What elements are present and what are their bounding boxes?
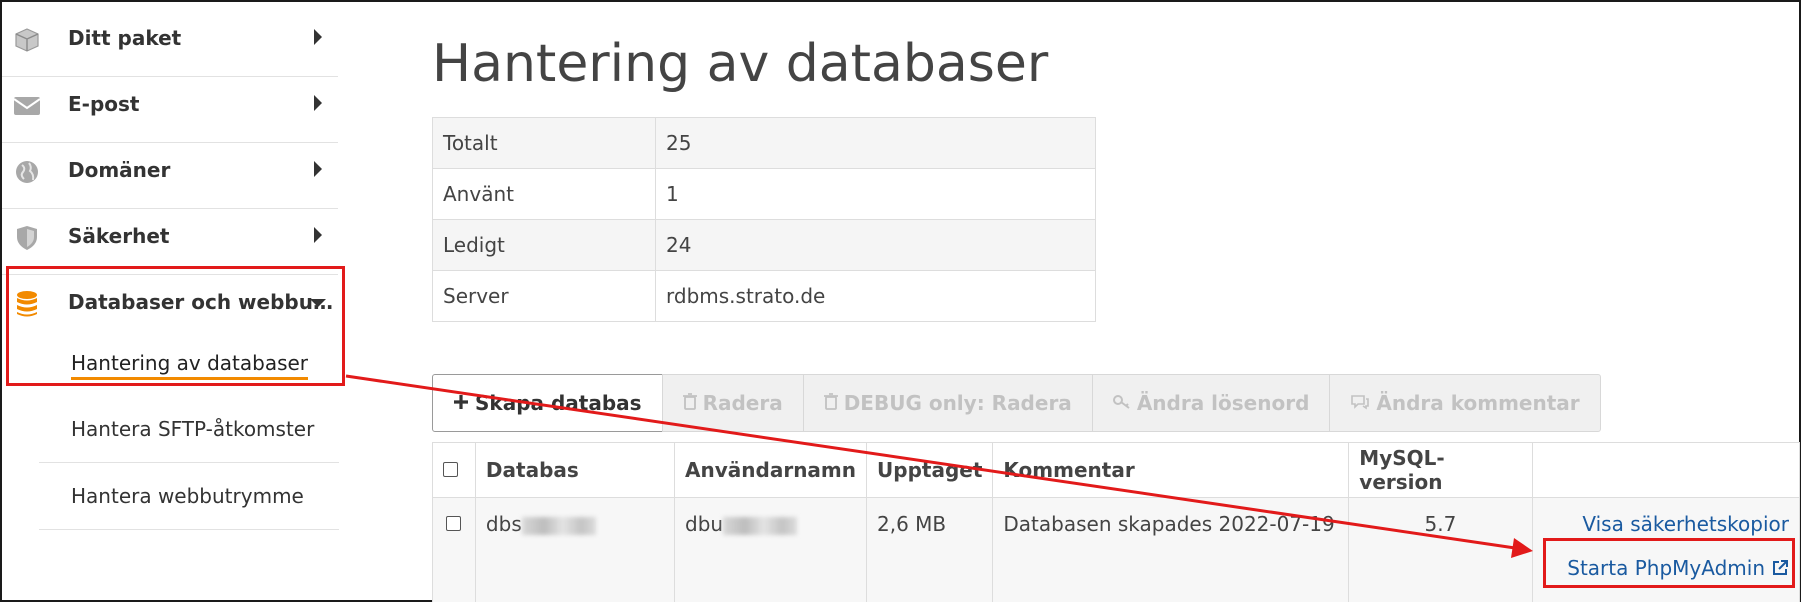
row-checkbox[interactable] xyxy=(446,516,462,531)
column-header-database[interactable]: Databas xyxy=(474,442,676,498)
database-name-cell: dbs xyxy=(474,497,676,602)
username-cell: dbu xyxy=(674,497,868,602)
summary-value: 24 xyxy=(655,219,1096,271)
summary-table: Totalt 25 Använt 1 Ledigt 24 Server rdbm… xyxy=(432,117,1096,322)
page-title: Hantering av databaser xyxy=(432,34,1049,94)
column-header-username[interactable]: Användarnamn xyxy=(674,442,868,498)
summary-value: rdbms.strato.de xyxy=(655,270,1096,322)
change-comment-button[interactable]: Ändra kommentar xyxy=(1329,374,1601,432)
summary-row: Använt 1 xyxy=(432,168,1096,220)
trash-icon xyxy=(823,391,838,415)
sidebar-item-ditt-paket[interactable]: Ditt paket xyxy=(2,2,338,77)
trash-icon xyxy=(682,391,697,415)
delete-label: Radera xyxy=(702,391,783,415)
comment-icon xyxy=(1350,391,1370,415)
create-database-label: Skapa databas xyxy=(475,391,642,415)
select-all-checkbox[interactable] xyxy=(443,462,458,477)
debug-delete-label: DEBUG only: Radera xyxy=(843,391,1072,415)
summary-row: Server rdbms.strato.de xyxy=(432,270,1096,322)
column-header-used[interactable]: Upptaget xyxy=(866,442,994,498)
plus-icon xyxy=(453,391,469,415)
summary-value: 25 xyxy=(655,117,1096,169)
chevron-right-icon xyxy=(314,29,322,45)
database-name: dbs xyxy=(485,512,522,536)
change-comment-label: Ändra kommentar xyxy=(1376,391,1580,415)
toolbar: Skapa databas Radera DEBUG only: Radera … xyxy=(432,374,1601,432)
summary-label: Totalt xyxy=(432,117,656,169)
sidebar-item-e-post[interactable]: E-post xyxy=(2,68,338,143)
create-database-button[interactable]: Skapa databas xyxy=(432,374,663,432)
summary-row: Ledigt 24 xyxy=(432,219,1096,271)
sidebar-item-domaner[interactable]: Domäner xyxy=(2,134,338,209)
sidebar-item-label: Säkerhet xyxy=(68,224,170,248)
key-icon xyxy=(1112,391,1131,415)
summary-label: Ledigt xyxy=(432,219,656,271)
column-header-comment[interactable]: Kommentar xyxy=(992,442,1350,498)
row-select-cell xyxy=(432,497,476,602)
table-header-row: Databas Användarnamn Upptaget Kommentar … xyxy=(432,442,1800,498)
shield-icon xyxy=(12,223,42,253)
debug-delete-button[interactable]: DEBUG only: Radera xyxy=(802,374,1093,432)
annotation-box-phpmyadmin xyxy=(1543,538,1795,588)
sidebar-subitem-sftp[interactable]: Hantera SFTP-åtkomster xyxy=(39,396,339,463)
comment-cell: Databasen skapades 2022-07-19 xyxy=(992,497,1350,602)
summary-value: 1 xyxy=(655,168,1096,220)
package-icon xyxy=(12,25,42,55)
summary-label: Använt xyxy=(432,168,656,220)
change-password-label: Ändra lösenord xyxy=(1136,391,1310,415)
envelope-icon xyxy=(12,91,42,121)
sidebar-subitem-label: Hantera webbutrymme xyxy=(71,484,304,508)
redacted-text xyxy=(521,516,596,535)
sidebar-subitem-webbutrymme[interactable]: Hantera webbutrymme xyxy=(39,463,339,530)
sidebar-item-label: Domäner xyxy=(68,158,171,182)
used-cell: 2,6 MB xyxy=(866,497,994,602)
summary-label: Server xyxy=(432,270,656,322)
column-header-actions xyxy=(1531,442,1800,498)
change-password-button[interactable]: Ändra lösenord xyxy=(1091,374,1331,432)
chevron-right-icon xyxy=(314,95,322,111)
chevron-right-icon xyxy=(314,161,322,177)
show-backups-link[interactable]: Visa säkerhetskopior xyxy=(1582,512,1789,536)
column-header-mysql-version[interactable]: MySQL-version xyxy=(1348,442,1533,498)
redacted-text xyxy=(723,516,798,535)
username: dbu xyxy=(685,512,724,536)
delete-button[interactable]: Radera xyxy=(661,374,804,432)
mysql-version-cell: 5.7 xyxy=(1348,497,1533,602)
chevron-right-icon xyxy=(314,227,322,243)
annotation-box-sidebar xyxy=(6,266,345,386)
sidebar-item-label: Ditt paket xyxy=(68,26,182,50)
sidebar-item-sakerhet[interactable]: Säkerhet xyxy=(2,200,338,275)
summary-row: Totalt 25 xyxy=(432,117,1096,169)
sidebar-subitem-label: Hantera SFTP-åtkomster xyxy=(71,417,315,441)
select-all-cell xyxy=(432,442,476,498)
globe-icon xyxy=(12,157,42,187)
sidebar-item-label: E-post xyxy=(68,92,140,116)
